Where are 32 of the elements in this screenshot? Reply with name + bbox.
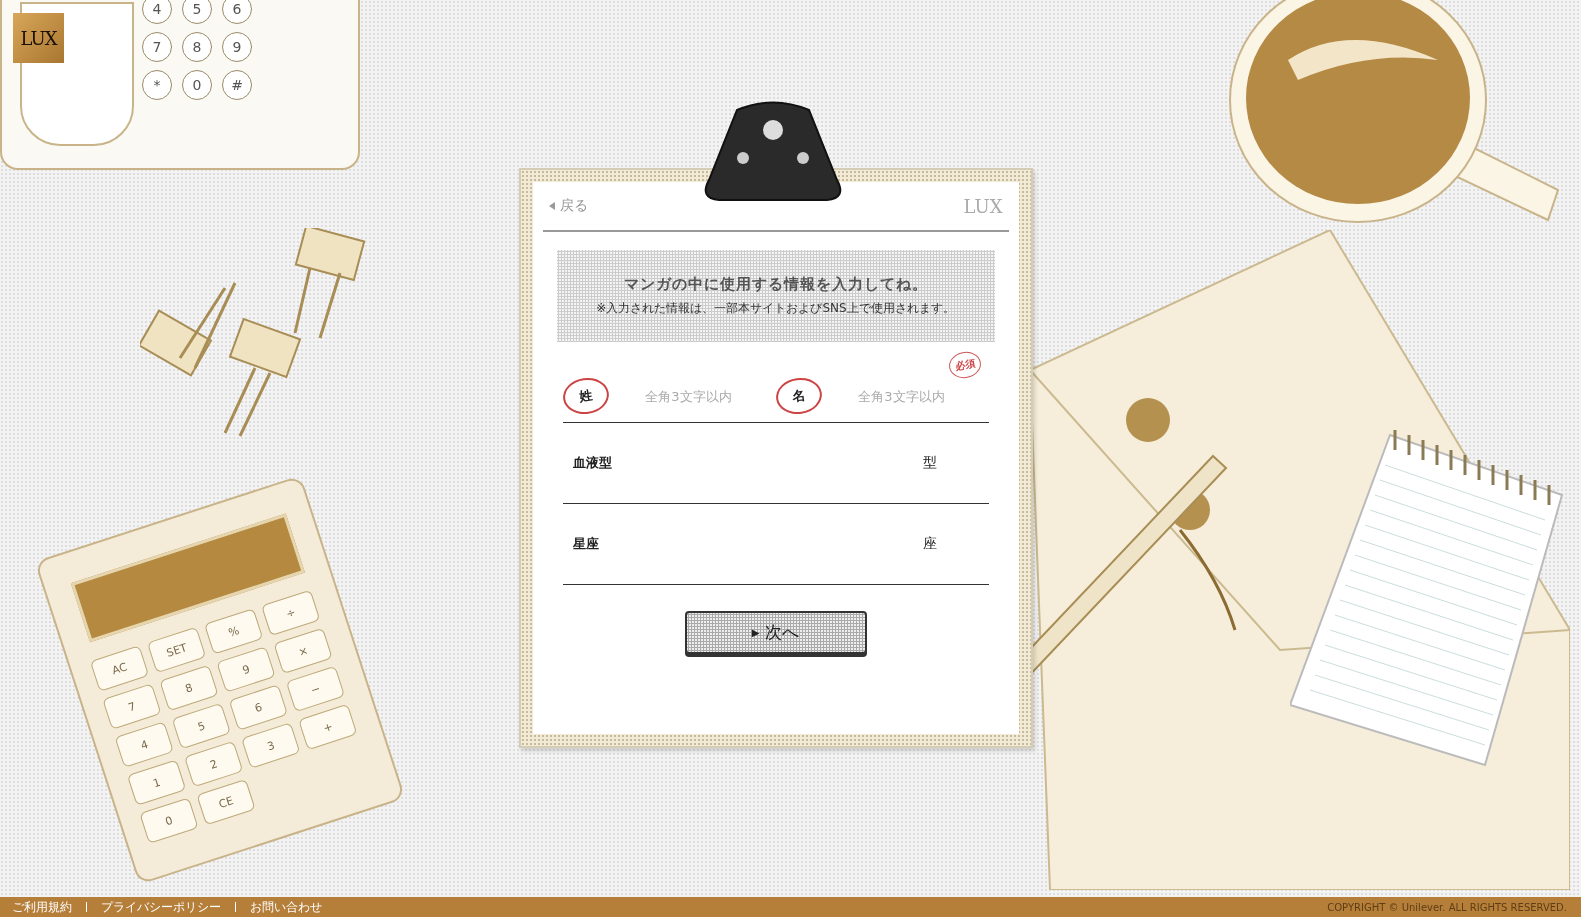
calculator-key: CE <box>196 778 256 826</box>
field-suffix: 型 <box>922 454 937 472</box>
phone-key: * <box>142 70 172 100</box>
footer-link[interactable]: お問い合わせ <box>235 902 336 912</box>
phone-key: 6 <box>222 0 252 24</box>
footer-link[interactable]: プライバシーポリシー <box>86 902 235 912</box>
back-link[interactable]: 戻る <box>548 197 588 215</box>
brand-logo: LUX <box>963 195 1003 217</box>
field-label: 血液型 <box>572 454 612 472</box>
name-input-field[interactable]: 全角3文字以内 <box>616 387 761 405</box>
footer-link[interactable]: ご利用規約 <box>12 902 86 912</box>
next-button[interactable]: ▶ 次へ <box>684 611 867 654</box>
calculator-key: 3 <box>241 722 301 769</box>
phone-key: 4 <box>142 0 172 24</box>
calculator-key: % <box>204 608 264 655</box>
brand-logo[interactable]: LUX <box>13 13 64 63</box>
calculator-key: AC <box>89 645 150 692</box>
intro-note: ※入力された情報は、一部本サイトおよびSNS上で使用されます。 <box>596 300 955 317</box>
phone-key: 5 <box>182 0 212 24</box>
calculator-key: 9 <box>216 646 276 693</box>
phone-key: 7 <box>142 32 172 62</box>
field-label: 星座 <box>572 535 599 553</box>
phone-key: 0 <box>182 70 212 100</box>
copyright-text: COPYRIGHT © Unilever. ALL RIGHTS RESERVED. <box>1327 901 1567 913</box>
field-suffix: 座 <box>922 535 937 553</box>
caret-icon <box>548 202 555 210</box>
phone-key: 9 <box>222 32 252 62</box>
phone-key: # <box>222 70 252 100</box>
name-input-field[interactable]: 全角3文字以内 <box>829 387 974 405</box>
intro-title: マンガの中に使用する情報を入力してね。 <box>623 275 928 294</box>
calculator-key: 7 <box>102 683 162 730</box>
phone-key: 8 <box>182 32 212 62</box>
